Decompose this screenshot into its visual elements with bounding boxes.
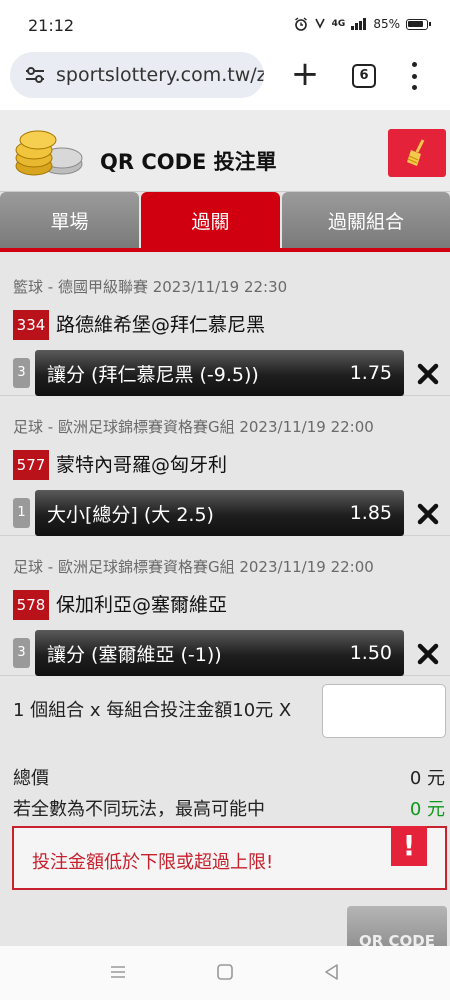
odds-value: 1.75 [349, 362, 392, 384]
warning-icon: ! [391, 826, 427, 866]
close-icon[interactable] [416, 502, 440, 526]
recent-apps-icon[interactable] [108, 962, 128, 982]
bet-meta: 足球 - 歐洲足球錦標賽資格賽G組 2023/11/19 22:00 [13, 418, 374, 436]
selection-label: 大小[總分] (大 2.5) [47, 503, 214, 526]
status-bar: 21:12 4G 85% [0, 0, 450, 52]
page-title: QR CODE 投注單 [100, 150, 277, 174]
alarm-icon [294, 17, 307, 31]
tab-switcher-button[interactable]: 6 [352, 64, 376, 88]
bet-meta: 籃球 - 德國甲級聯賽 2023/11/19 22:30 [13, 278, 288, 296]
option-number: 3 [13, 638, 30, 668]
tab-parlay-combo[interactable]: 過關組合 [282, 192, 450, 248]
tab-underline [0, 248, 450, 252]
battery-percent: 85% [373, 17, 400, 31]
option-number: 1 [13, 498, 30, 528]
close-icon[interactable] [416, 362, 440, 386]
status-time: 21:12 [28, 16, 75, 35]
new-tab-button[interactable]: + [290, 57, 320, 92]
option-number: 3 [13, 358, 30, 388]
clear-betslip-button[interactable] [388, 129, 446, 177]
signal-icon [351, 18, 367, 30]
coins-icon [15, 130, 83, 176]
bet-selection[interactable]: 讓分 (塞爾維亞 (-1)) 1.50 [35, 630, 404, 676]
bet-type-tabs: 單場 過關 過關組合 [0, 192, 450, 252]
bet-item: 籃球 - 德國甲級聯賽 2023/11/19 22:30 334 路德維希堡@拜… [0, 258, 450, 396]
total-value: 0 元 [409, 768, 445, 789]
game-code: 334 [13, 310, 49, 340]
total-label: 總價 [13, 768, 49, 789]
system-nav-bar [0, 946, 450, 1000]
max-win-label: 若全數為不同玩法，最高可能中 [13, 799, 265, 820]
odds-value: 1.50 [349, 642, 392, 664]
status-icons: 4G 85% [294, 17, 431, 31]
betslip-header: QR CODE 投注單 [0, 110, 450, 192]
betslip-page: QR CODE 投注單 單場 過關 過關組合 籃球 - 德國甲級聯賽 2023/… [0, 110, 450, 946]
selection-label: 讓分 (拜仁慕尼黑 (-9.5)) [47, 363, 259, 386]
game-code: 577 [13, 450, 49, 480]
max-win-value: 0 元 [409, 799, 445, 820]
browser-toolbar: sportslottery.com.tw/zh + 6 [0, 52, 450, 110]
match-name: 蒙特內哥羅@匈牙利 [56, 454, 228, 476]
tab-single[interactable]: 單場 [0, 192, 139, 248]
game-code: 578 [13, 590, 49, 620]
back-icon[interactable] [322, 962, 342, 982]
bet-selection[interactable]: 大小[總分] (大 2.5) 1.85 [35, 490, 404, 536]
battery-icon [406, 18, 431, 30]
address-bar[interactable]: sportslottery.com.tw/zh [10, 52, 264, 98]
error-message: 投注金額低於下限或超過上限! [32, 852, 274, 873]
bet-item: 足球 - 歐洲足球錦標賽資格賽G組 2023/11/19 22:00 578 保… [0, 538, 450, 676]
selection-label: 讓分 (塞爾維亞 (-1)) [47, 643, 222, 666]
qr-code-button[interactable]: QR CODE [347, 906, 447, 946]
odds-value: 1.85 [349, 502, 392, 524]
bet-item: 足球 - 歐洲足球錦標賽資格賽G組 2023/11/19 22:00 577 蒙… [0, 398, 450, 536]
broom-icon [407, 139, 425, 166]
bet-selection[interactable]: 讓分 (拜仁慕尼黑 (-9.5)) 1.75 [35, 350, 404, 396]
match-name: 保加利亞@塞爾維亞 [56, 594, 228, 616]
error-alert: 投注金額低於下限或超過上限! ! [12, 826, 447, 890]
combo-text: 1 個組合 x 每組合投注金額10元 X [13, 700, 292, 721]
match-name: 路德維希堡@拜仁慕尼黑 [56, 314, 266, 336]
close-icon[interactable] [416, 642, 440, 666]
amount-input[interactable] [322, 684, 446, 738]
tab-parlay[interactable]: 過關 [141, 192, 280, 248]
home-icon[interactable] [215, 962, 235, 982]
network-type: 4G [331, 19, 346, 29]
volte-icon [314, 18, 325, 29]
bet-meta: 足球 - 歐洲足球錦標賽資格賽G組 2023/11/19 22:00 [13, 558, 374, 576]
url-text[interactable]: sportslottery.com.tw/zh [56, 64, 264, 86]
more-menu-icon[interactable] [406, 62, 422, 90]
site-settings-icon[interactable] [24, 65, 46, 85]
